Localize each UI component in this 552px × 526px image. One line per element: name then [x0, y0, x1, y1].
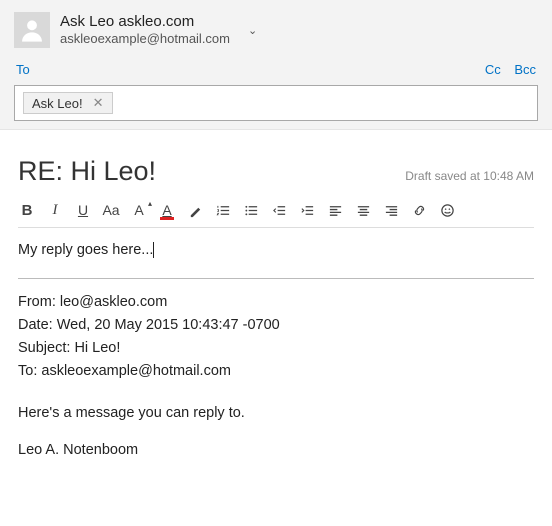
recipient-labels: To Cc Bcc [16, 62, 536, 77]
cc-button[interactable]: Cc [485, 62, 501, 77]
person-icon [18, 16, 46, 44]
close-icon[interactable]: ✕ [89, 95, 108, 111]
format-toolbar: B I U Aa A▴ A [18, 195, 534, 228]
sender-name: Ask Leo askleo.com [60, 13, 230, 32]
align-center-button[interactable] [354, 201, 372, 219]
to-label[interactable]: To [16, 62, 30, 77]
quoted-signature: Leo A. Notenboom [18, 439, 534, 462]
numbered-list-button[interactable] [214, 201, 232, 219]
compose-header: Ask Leo askleo.com askleoexample@hotmail… [0, 0, 552, 130]
bullet-list-button[interactable] [242, 201, 260, 219]
quoted-to-value: askleoexample@hotmail.com [41, 363, 231, 379]
outdent-button[interactable] [270, 201, 288, 219]
quoted-from-label: From: [18, 294, 56, 310]
chevron-down-icon[interactable]: ⌄ [248, 24, 257, 37]
italic-button[interactable]: I [46, 201, 64, 219]
font-color-button[interactable]: A [158, 201, 176, 219]
indent-button[interactable] [298, 201, 316, 219]
link-button[interactable] [410, 201, 428, 219]
subject-line[interactable]: RE: Hi Leo! [18, 156, 156, 187]
underline-button[interactable]: U [74, 201, 92, 219]
reply-separator [18, 278, 534, 279]
quoted-date-value: Wed, 20 May 2015 10:43:47 -0700 [57, 317, 280, 333]
quoted-subject-value: Hi Leo! [74, 340, 120, 356]
quoted-subject-label: Subject: [18, 340, 70, 356]
bcc-button[interactable]: Bcc [514, 62, 536, 77]
font-size-step-button[interactable]: A▴ [130, 201, 148, 219]
recipient-chip[interactable]: Ask Leo! ✕ [23, 92, 113, 114]
quoted-from-value: leo@askleo.com [60, 294, 167, 310]
avatar [14, 12, 50, 48]
font-size-button[interactable]: Aa [102, 201, 120, 219]
compose-editor[interactable]: My reply goes here... [18, 240, 534, 262]
quoted-date-label: Date: [18, 317, 53, 333]
sender-block[interactable]: Ask Leo askleo.com askleoexample@hotmail… [60, 13, 230, 48]
from-row: Ask Leo askleo.com askleoexample@hotmail… [14, 12, 538, 48]
compose-body: RE: Hi Leo! Draft saved at 10:48 AM B I … [0, 130, 552, 462]
sender-email: askleoexample@hotmail.com [60, 31, 230, 47]
align-left-button[interactable] [326, 201, 344, 219]
quoted-to-label: To: [18, 363, 37, 379]
to-field[interactable]: Ask Leo! ✕ [14, 85, 538, 121]
quoted-message[interactable]: From: leo@askleo.com Date: Wed, 20 May 2… [18, 291, 534, 463]
emoji-button[interactable] [438, 201, 456, 219]
compose-text: My reply goes here... [18, 242, 154, 258]
align-right-button[interactable] [382, 201, 400, 219]
draft-status: Draft saved at 10:48 AM [405, 169, 534, 183]
highlight-button[interactable] [186, 201, 204, 219]
recipient-chip-label: Ask Leo! [32, 96, 83, 111]
quoted-body: Here's a message you can reply to. [18, 402, 534, 425]
bold-button[interactable]: B [18, 201, 36, 219]
